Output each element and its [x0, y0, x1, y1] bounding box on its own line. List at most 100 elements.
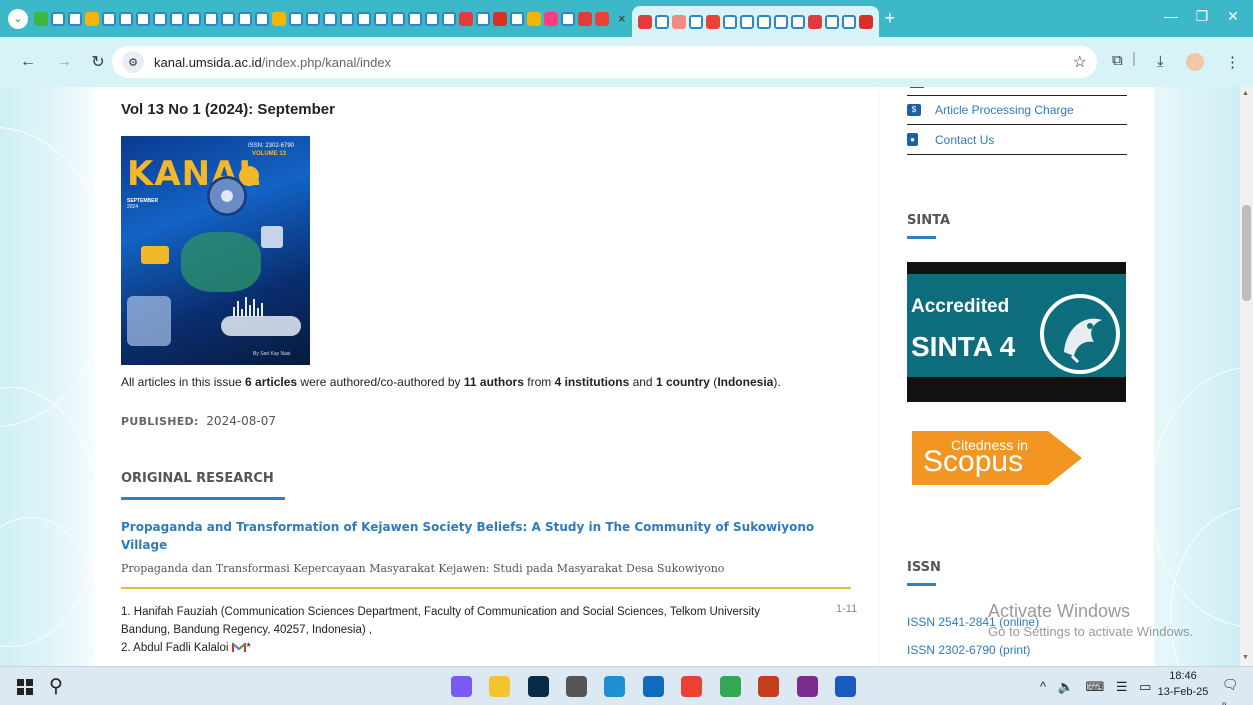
word-icon[interactable] [835, 676, 856, 697]
tab-favicon[interactable] [170, 11, 184, 26]
money-icon: $ [907, 103, 921, 116]
tab-favicon[interactable] [272, 11, 286, 26]
article-title-link[interactable]: Propaganda and Transformation of Kejawen… [121, 518, 841, 554]
tab-favicon[interactable] [459, 11, 473, 26]
address-bar[interactable]: ⚙ kanal.umsida.ac.id/index.php/kanal/ind… [112, 46, 1097, 78]
gmail-icon[interactable] [232, 642, 247, 653]
new-tab-button[interactable]: + [885, 8, 896, 29]
profile-avatar[interactable] [1186, 53, 1204, 71]
tab-favicon[interactable] [705, 14, 720, 29]
tab-search-menu-button[interactable]: ⌄ [8, 8, 28, 29]
tab-favicon[interactable] [408, 11, 422, 26]
photoshop-icon[interactable] [528, 676, 549, 697]
tab-favicon[interactable] [688, 14, 703, 29]
scroll-up-arrow[interactable]: ▲ [1242, 90, 1249, 97]
browser-menu-icon[interactable]: ⋮ [1225, 53, 1240, 71]
issn-print: ISSN 2302-6790 (print) [907, 643, 1031, 657]
tab-favicon[interactable] [255, 11, 269, 26]
tab-favicon[interactable] [340, 11, 354, 26]
tab-favicon[interactable] [858, 14, 873, 29]
tab-favicon[interactable] [544, 11, 558, 26]
tab-favicon[interactable] [85, 11, 99, 26]
system-tray[interactable]: ^ 🔈 ⌨ ☰ ▭ [1040, 679, 1155, 695]
forward-button[interactable]: → [50, 53, 78, 71]
edge-icon[interactable] [604, 676, 625, 697]
tab-favicon[interactable] [476, 11, 490, 26]
tab-favicon[interactable] [102, 11, 116, 26]
cover-bar-graphic [261, 303, 263, 317]
tab-favicon[interactable] [238, 11, 252, 26]
issue-cover-image[interactable]: ISSN: 2302-6790 VOLUME 13 KANAL SEPTEMBE… [121, 136, 310, 365]
sidebar-item-contact[interactable]: ● Contact Us [907, 125, 1127, 155]
outlook-icon[interactable] [643, 676, 664, 697]
url-text[interactable]: kanal.umsida.ac.id/index.php/kanal/index [154, 55, 391, 70]
tab-favicon[interactable] [221, 11, 235, 26]
file-explorer-icon[interactable] [489, 676, 510, 697]
tab-favicon[interactable] [824, 14, 839, 29]
chrome-profile-icon[interactable] [720, 676, 741, 697]
tab-favicon[interactable] [442, 11, 456, 26]
tab-favicon[interactable] [790, 14, 805, 29]
tab-favicon[interactable] [510, 11, 524, 26]
windows-start-icon[interactable] [17, 679, 33, 695]
settings-icon[interactable] [566, 676, 587, 697]
download-icon[interactable]: ⤓ [1157, 53, 1164, 70]
tab-favicon[interactable] [425, 11, 439, 26]
back-button[interactable]: ← [14, 53, 42, 71]
site-info-icon[interactable]: ⚙ [122, 51, 144, 73]
tab-favicon[interactable] [807, 14, 822, 29]
powerpoint-icon[interactable] [758, 676, 779, 697]
tab-favicon[interactable] [493, 11, 507, 26]
tab-favicon[interactable] [654, 14, 669, 29]
tab-favicon[interactable] [722, 14, 737, 29]
tab-favicon[interactable] [756, 14, 771, 29]
scroll-down-arrow[interactable]: ▼ [1242, 654, 1249, 661]
chrome-icon[interactable] [681, 676, 702, 697]
tab-favicon[interactable] [136, 11, 150, 26]
restore-button[interactable]: ❐ [1192, 8, 1212, 25]
tab-favicon[interactable] [739, 14, 754, 29]
tab-favicon[interactable] [391, 11, 405, 26]
reload-button[interactable]: ↻ [84, 52, 112, 72]
tab-favicon[interactable] [773, 14, 788, 29]
tab-favicon[interactable] [671, 14, 686, 29]
tab-favicon[interactable] [289, 11, 303, 26]
copilot-icon[interactable] [451, 676, 472, 697]
tab-favicon[interactable] [637, 14, 652, 29]
bookmark-star-icon[interactable]: ☆ [1073, 52, 1087, 72]
tab-favicon[interactable] [357, 11, 371, 26]
winrar-icon[interactable] [797, 676, 818, 697]
clock-time[interactable]: 18:46 [1163, 670, 1203, 682]
author-2: 2. Abdul Fadli Kalaloi [121, 642, 229, 654]
tab-favicon[interactable] [34, 11, 48, 26]
extensions-icon[interactable]: ⧉ [1112, 52, 1123, 69]
tab-favicon[interactable] [119, 11, 133, 26]
sinta-badge[interactable]: Accredited SINTA 4 [907, 262, 1126, 402]
search-icon[interactable]: ⚲ [49, 675, 63, 698]
tab-favicon[interactable] [841, 14, 856, 29]
cover-tagline: By Sari Kay Nasi [253, 351, 291, 357]
close-window-button[interactable]: ✕ [1223, 8, 1243, 25]
clock-date[interactable]: 13-Feb-25 [1153, 686, 1213, 698]
tab-favicon[interactable] [578, 11, 592, 26]
tab-favicon[interactable] [51, 11, 65, 26]
minimize-button[interactable]: — [1161, 8, 1181, 24]
page-scrollbar[interactable]: ▲ ▼ [1240, 87, 1253, 666]
tab-favicon[interactable] [68, 11, 82, 26]
tab-favicon[interactable] [323, 11, 337, 26]
cover-bar-graphic [245, 297, 247, 317]
active-tab[interactable] [631, 6, 879, 37]
tab-close-button[interactable]: × [618, 11, 626, 26]
tab-favicon[interactable] [306, 11, 320, 26]
tab-favicon[interactable] [527, 11, 541, 26]
tab-favicon[interactable] [187, 11, 201, 26]
tab-favicon[interactable] [204, 11, 218, 26]
tab-favicon[interactable] [561, 11, 575, 26]
tab-favicon[interactable] [153, 11, 167, 26]
tab-favicon[interactable] [374, 11, 388, 26]
scrollbar-thumb[interactable] [1242, 205, 1251, 301]
notification-icon[interactable]: 🗨8 [1222, 677, 1240, 705]
tab-favicon[interactable] [595, 11, 609, 26]
scopus-badge[interactable]: Citedness in Scopus [907, 425, 1082, 493]
sidebar-item-apc[interactable]: $ Article Processing Charge [907, 95, 1127, 125]
